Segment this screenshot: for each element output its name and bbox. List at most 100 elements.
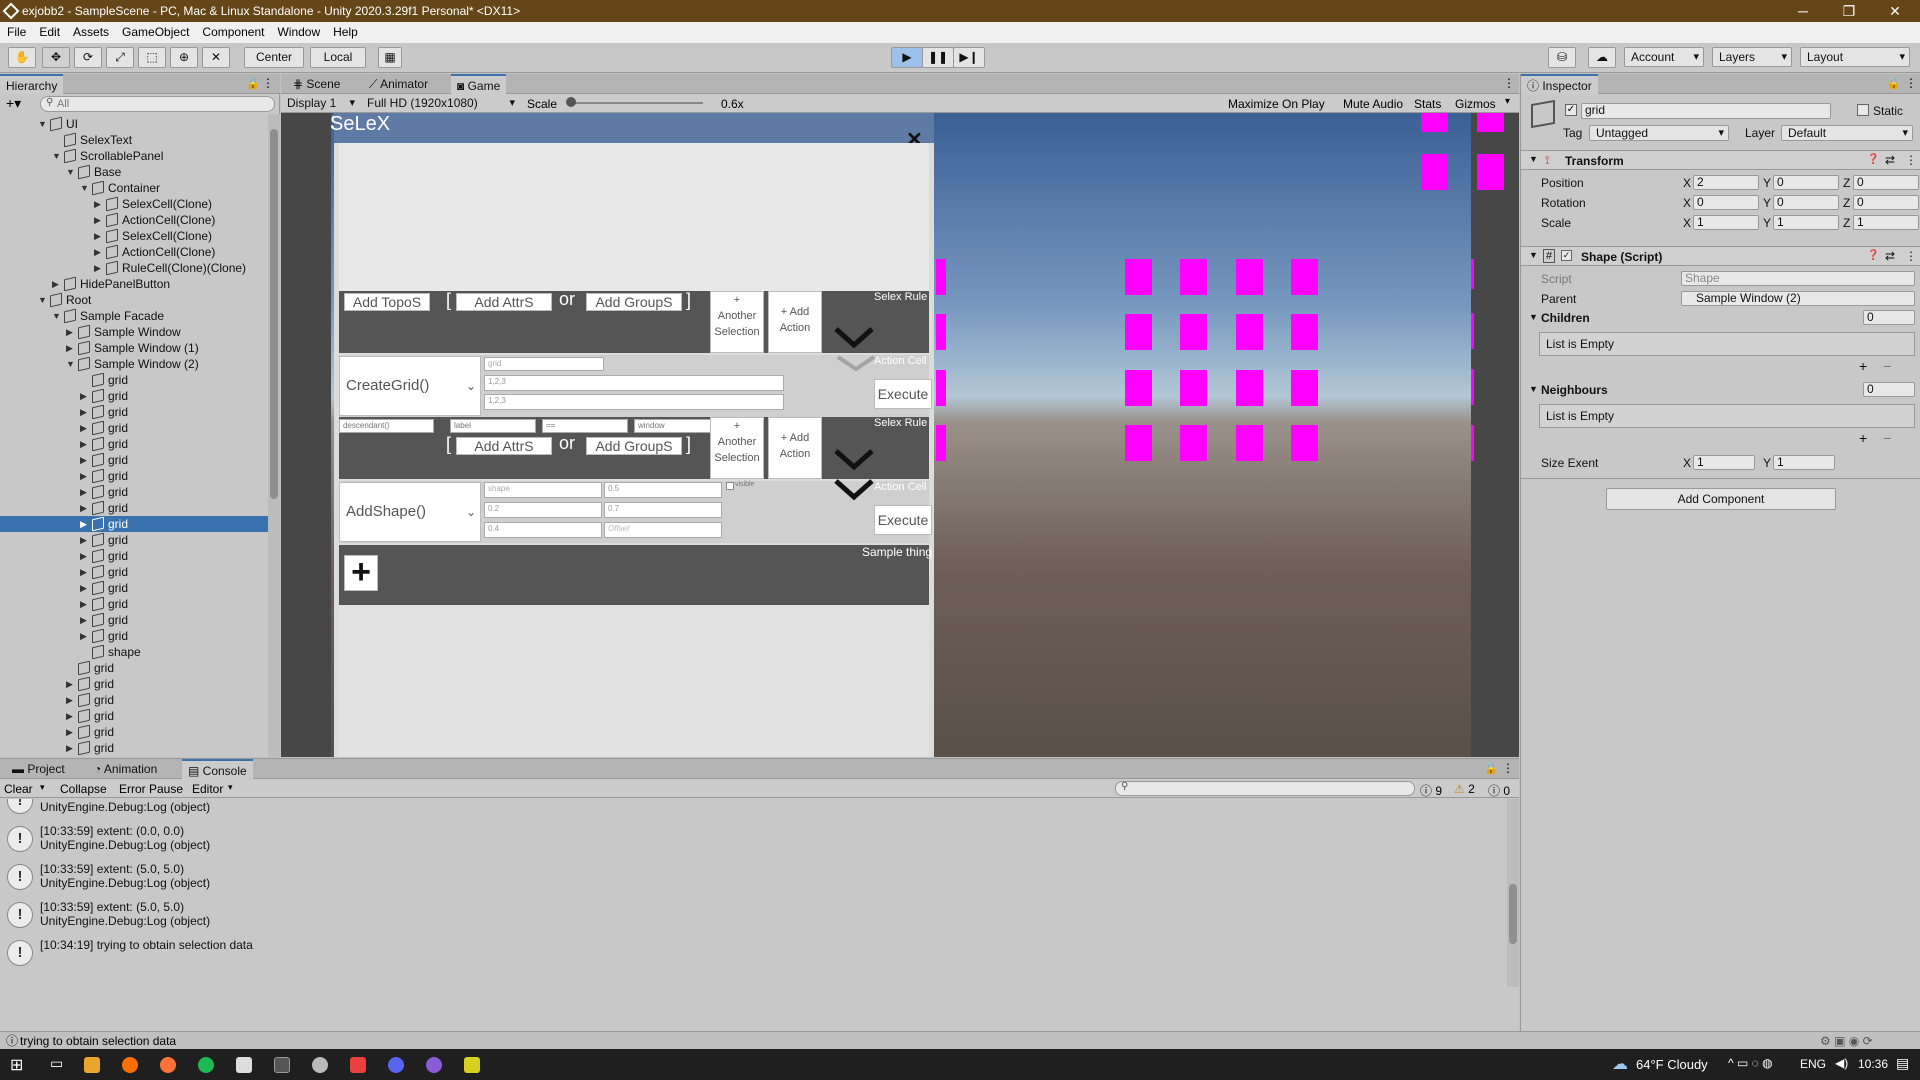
console-log-entry[interactable]: ! [10:33:59] extent: (5.0, 5.0) UnityEngin… [0,859,1500,897]
menu-gameobject[interactable]: GameObject [122,25,189,39]
parent-field[interactable]: Sample Window (2) [1681,291,1915,306]
spotify-icon[interactable] [198,1057,214,1073]
offset-input[interactable]: Offset [604,522,722,538]
account-dropdown[interactable]: Account [1624,47,1704,67]
layout-dropdown[interactable]: Layout [1800,47,1910,67]
expand-arrow-right-icon[interactable]: ▶ [80,580,90,596]
attribute-dropdown[interactable]: label [450,419,536,433]
console-lock-icon[interactable]: 🔒 [1484,762,1498,775]
expand-arrow-right-icon[interactable]: ▶ [94,228,104,244]
expand-arrow-right-icon[interactable]: ▶ [80,500,90,516]
help-icon[interactable]: ❓ [1867,250,1879,261]
move-tool-icon[interactable]: ✥ [42,47,70,68]
scale-z-input[interactable]: 1 [1853,215,1919,230]
menu-edit[interactable]: Edit [39,25,60,39]
hierarchy-item[interactable]: ▶ grid [0,676,268,692]
game-menu-icon[interactable]: ⋮ [1503,76,1515,90]
transform-section-header[interactable]: ▼ ⟟ Transform ❓ ⇄ ⋮ [1521,150,1920,170]
expand-arrow-right-icon[interactable]: ▶ [80,596,90,612]
expand-arrow-down-icon[interactable]: ▼ [80,180,90,196]
relation-dropdown[interactable]: descendant() [339,419,434,433]
add-groups-button[interactable]: Add GroupS [586,293,682,311]
shape-param-input-4[interactable]: 0.4 [484,522,602,538]
preset-icon[interactable]: ⇄ [1885,249,1895,263]
menu-component[interactable]: Component [202,25,264,39]
expand-arrow-down-icon[interactable]: ▼ [66,356,76,372]
file-explorer-icon[interactable] [84,1057,100,1073]
minimize-button[interactable]: ─ [1780,0,1826,22]
preset-icon[interactable]: ⇄ [1885,153,1895,167]
expand-arrow-right-icon[interactable]: ▶ [80,628,90,644]
expand-arrow-right-icon[interactable]: ▶ [66,708,76,724]
clear-options-icon[interactable]: ▾ [40,782,45,793]
layer-dropdown[interactable]: Default [1781,125,1913,141]
shape-param-input-3[interactable]: 0.7 [604,502,722,518]
expand-arrow-right-icon[interactable]: ▶ [80,420,90,436]
windows-start-icon[interactable]: ⊞ [10,1055,23,1075]
pivot-local-button[interactable]: Local [310,47,366,68]
inspector-lock-icon[interactable]: 🔒 [1887,77,1901,90]
hierarchy-item[interactable]: ▶ ActionCell(Clone) [0,244,268,260]
grid-name-input[interactable]: grid [484,357,604,371]
expand-chevron-icon[interactable] [834,327,874,349]
app-icon[interactable] [350,1057,366,1073]
expand-arrow-right-icon[interactable]: ▶ [66,340,76,356]
hierarchy-item[interactable]: ▶ grid [0,724,268,740]
snap-icon[interactable]: ▦ [378,47,402,68]
add-topos-button[interactable]: Add TopoS [344,293,430,311]
console-search-input[interactable] [1115,781,1415,796]
expand-arrow-right-icon[interactable]: ▶ [80,532,90,548]
add-attrs-button-2[interactable]: Add AttrS [456,437,552,455]
hierarchy-item[interactable]: ▶ grid [0,628,268,644]
size-y-input[interactable]: 1 [1773,455,1835,470]
github-icon[interactable] [426,1057,442,1073]
neighbours-remove-button[interactable]: − [1883,430,1891,446]
expand-arrow-right-icon[interactable]: ▶ [80,436,90,452]
hierarchy-item[interactable]: ▶ grid [0,548,268,564]
hierarchy-item[interactable]: ▶ grid [0,436,268,452]
hierarchy-item[interactable]: ▶ HidePanelButton [0,276,268,292]
component-menu-icon[interactable]: ⋮ [1905,249,1917,263]
discord-icon[interactable] [388,1057,404,1073]
firefox-icon[interactable] [160,1057,176,1073]
lock-icon[interactable]: 🔒 [246,77,260,90]
hierarchy-item[interactable]: ▶ grid [0,484,268,500]
expand-arrow-right-icon[interactable]: ▶ [80,452,90,468]
hierarchy-item[interactable]: ▶ grid [0,420,268,436]
console-log-entry[interactable]: ! [10:33:59] extent: (5.0, 5.0) UnityEngin… [0,897,1500,935]
rotation-y-input[interactable]: 0 [1773,195,1839,210]
shape-param-input-2[interactable]: 0.2 [484,502,602,518]
hierarchy-item[interactable]: ▼ Root [0,292,268,308]
expand-arrow-right-icon[interactable]: ▶ [80,404,90,420]
layers-dropdown[interactable]: Layers [1712,47,1792,67]
inspector-menu-icon[interactable]: ⋮ [1905,76,1917,90]
language-indicator[interactable]: ENG [1800,1057,1826,1071]
hierarchy-item[interactable]: ▶ grid [0,612,268,628]
scale-slider-handle[interactable] [566,97,576,107]
tab-inspector[interactable]: ⓘ Inspector [1521,74,1598,94]
hierarchy-item[interactable]: ▶ grid [0,516,268,532]
expand-arrow-right-icon[interactable]: ▶ [80,548,90,564]
display-dropdown[interactable]: Display 1 [281,94,359,114]
expand-arrow-right-icon[interactable]: ▶ [94,260,104,276]
close-button[interactable]: ✕ [1872,0,1918,22]
error-count-toggle[interactable]: ⓘ 0 [1488,782,1510,799]
log-count-toggle[interactable]: ⓘ 9 [1420,782,1442,799]
tab-game[interactable]: ◙ Game [451,74,507,94]
hierarchy-item[interactable]: ▼ Base [0,164,268,180]
hierarchy-scroll-thumb[interactable] [270,129,278,499]
unity-editor-icon[interactable] [274,1057,290,1073]
transform-tool-icon[interactable]: ⊕ [170,47,198,68]
children-count-input[interactable]: 0 [1863,310,1915,325]
scale-y-input[interactable]: 1 [1773,215,1839,230]
component-menu-icon[interactable]: ⋮ [1905,153,1917,167]
play-button[interactable]: ▶ [891,47,923,68]
hierarchy-item[interactable]: ▶ grid [0,596,268,612]
hierarchy-item[interactable]: grid [0,660,268,676]
hierarchy-item[interactable]: grid [0,372,268,388]
hierarchy-item[interactable]: ▼ Container [0,180,268,196]
editor-dropdown-icon[interactable]: ▾ [228,782,233,793]
expand-arrow-down-icon[interactable]: ▼ [38,116,48,132]
expand-arrow-right-icon[interactable]: ▶ [94,212,104,228]
error-pause-toggle[interactable]: Error Pause [119,782,183,796]
